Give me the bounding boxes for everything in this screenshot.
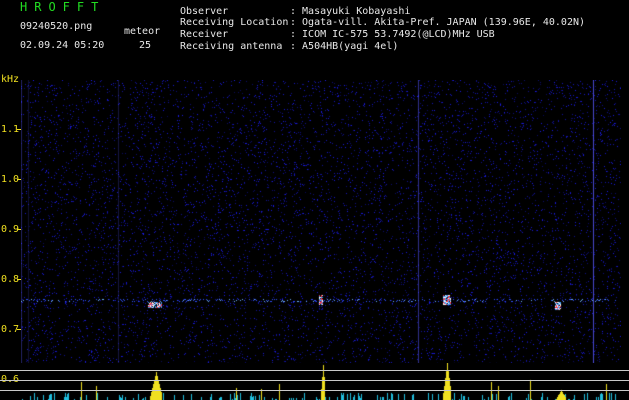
y-tick: [17, 179, 21, 180]
file-name: 09240520.png: [20, 21, 93, 32]
receiver-label: Receiver: [180, 29, 229, 40]
app-title: HROFFT: [20, 0, 106, 14]
meteor-label: meteor: [124, 26, 161, 37]
y-tick: [17, 129, 21, 130]
location-label: Receiving Location: [180, 17, 289, 28]
location-value: : Ogata-vill. Akita-Pref. JAPAN (139.96E…: [290, 17, 586, 28]
activity-histogram: [21, 363, 621, 400]
reference-line: [0, 380, 629, 381]
meteor-count: 25: [139, 40, 152, 51]
date-time: 02.09.24 05:20: [20, 40, 105, 51]
antenna-value: : A504HB(yagi 4el): [290, 41, 399, 52]
observer-value: : Masayuki Kobayashi: [290, 6, 411, 17]
receiver-value: : ICOM IC-575 53.7492(@LCD)MHz USB: [290, 29, 495, 40]
axis-unit: kHz: [1, 74, 20, 85]
antenna-label: Receiving antenna: [180, 41, 283, 52]
reference-line: [0, 370, 629, 371]
hrofft-display: HROFFT 09240520.png 02.09.24 05:20 meteo…: [0, 0, 629, 400]
spectrogram: [21, 80, 621, 380]
reference-line: [0, 390, 629, 391]
y-tick: [17, 229, 21, 230]
y-tick: [17, 329, 21, 330]
observer-label: Observer: [180, 6, 229, 17]
y-tick: [17, 279, 21, 280]
